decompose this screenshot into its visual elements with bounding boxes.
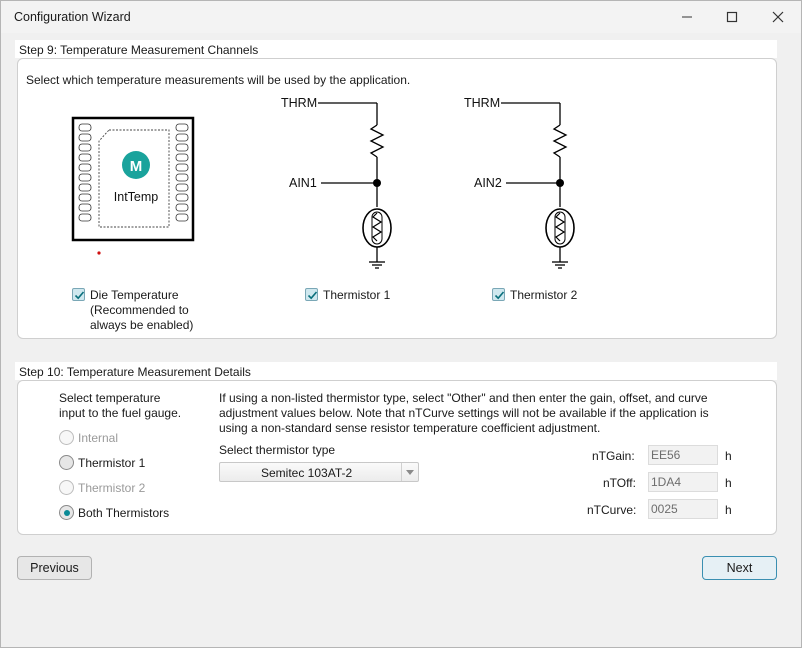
ntgain-field[interactable]: EE56	[648, 445, 718, 465]
ntcurve-unit: h	[725, 503, 732, 517]
window-title: Configuration Wizard	[14, 10, 131, 24]
thermistor2-circuit: THRM AIN2	[464, 96, 575, 269]
maximize-button[interactable]	[709, 1, 755, 33]
radio-thermistor2-label: Thermistor 2	[78, 481, 146, 495]
checkmark-icon	[307, 291, 318, 300]
close-icon	[772, 11, 784, 23]
die-temperature-note-2: always be enabled)	[90, 318, 194, 332]
chip-label: IntTemp	[114, 190, 159, 204]
radio-both-thermistors[interactable]	[59, 505, 74, 520]
thermistor1-checkbox[interactable]	[305, 288, 318, 301]
next-button[interactable]: Next	[702, 556, 777, 580]
radio-thermistor2[interactable]	[59, 480, 74, 495]
thrm-label-1: THRM	[281, 96, 317, 110]
radio-internal[interactable]	[59, 430, 74, 445]
ntcurve-value: 0025	[651, 502, 678, 516]
die-temperature-note-1: (Recommended to	[90, 303, 189, 317]
die-chip-illustration: M IntTemp	[71, 116, 195, 255]
thermistor2-checkbox-label: Thermistor 2	[510, 288, 578, 302]
info-text-line-1: If using a non-listed thermistor type, s…	[219, 391, 708, 405]
configuration-wizard-window: Configuration Wizard Step 9: Temperature…	[0, 0, 802, 648]
ain2-label: AIN2	[474, 176, 502, 190]
radio-both-thermistors-label: Both Thermistors	[78, 506, 170, 520]
ntoff-field[interactable]: 1DA4	[648, 472, 718, 492]
radio-internal-label: Internal	[78, 431, 119, 445]
ain1-label: AIN1	[289, 176, 317, 190]
title-bar: Configuration Wizard	[1, 1, 801, 33]
select-input-label-1: Select temperature	[59, 391, 161, 405]
maximize-icon	[726, 11, 738, 23]
minimize-icon	[682, 16, 692, 18]
checkmark-icon	[494, 291, 505, 300]
select-input-label-2: input to the fuel gauge.	[59, 406, 182, 420]
ntcurve-label: nTCurve:	[587, 503, 637, 517]
thermistor-type-value: Semitec 103AT-2	[261, 466, 353, 480]
ntgain-value: EE56	[651, 448, 681, 462]
chevron-down-icon	[406, 470, 414, 475]
step10-header: Step 10: Temperature Measurement Details	[15, 362, 777, 380]
minimize-button[interactable]	[664, 1, 710, 33]
radio-thermistor1-label: Thermistor 1	[78, 456, 146, 470]
radio-thermistor1[interactable]	[59, 455, 74, 470]
info-text-line-2: adjustment values below. Note that nTCur…	[219, 406, 709, 420]
ntcurve-field[interactable]: 0025	[648, 499, 718, 519]
previous-button[interactable]: Previous	[17, 556, 92, 580]
step9-header: Step 9: Temperature Measurement Channels	[15, 40, 777, 58]
ntgain-unit: h	[725, 449, 732, 463]
thermistor2-checkbox[interactable]	[492, 288, 505, 301]
close-button[interactable]	[755, 1, 801, 33]
thermistor1-checkbox-label: Thermistor 1	[323, 288, 391, 302]
step9-instruction: Select which temperature measurements wi…	[26, 73, 411, 87]
maxim-logo-icon: M	[130, 158, 143, 175]
info-text-line-3: using a non-standard sense resistor temp…	[219, 421, 601, 435]
die-temperature-checkbox[interactable]	[72, 288, 85, 301]
thrm-label-2: THRM	[464, 96, 500, 110]
ntoff-label: nTOff:	[603, 476, 636, 490]
thermistor1-circuit: THRM AIN1	[281, 96, 392, 269]
combo-divider	[401, 463, 402, 481]
thermistor-type-select[interactable]: Semitec 103AT-2	[219, 462, 419, 482]
ntgain-label: nTGain:	[592, 449, 635, 463]
ntoff-value: 1DA4	[651, 475, 682, 489]
die-temperature-label: Die Temperature	[90, 288, 179, 302]
checkmark-icon	[74, 291, 85, 300]
thermistor-type-label: Select thermistor type	[219, 443, 336, 457]
ntoff-unit: h	[725, 476, 732, 490]
